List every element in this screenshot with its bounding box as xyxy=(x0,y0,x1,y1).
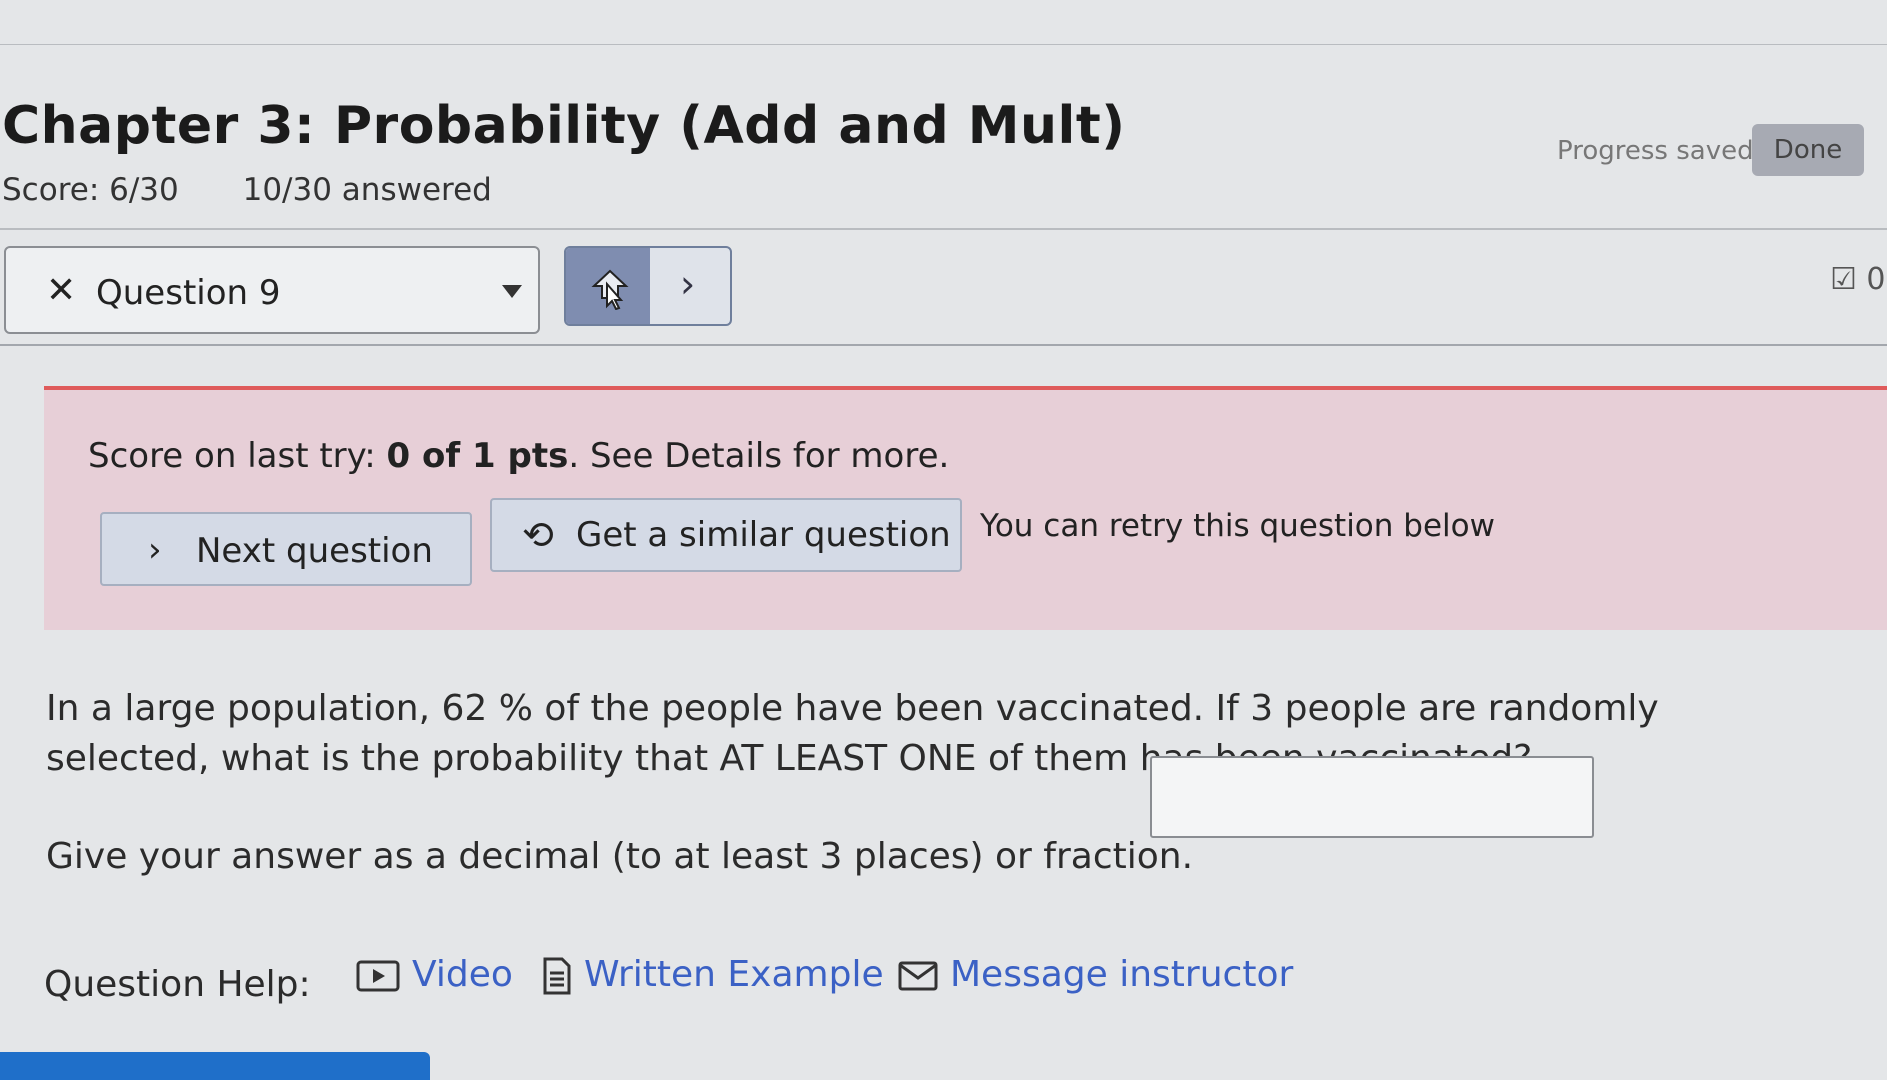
written-example-link[interactable]: Written Example xyxy=(542,954,884,995)
score-summary: Score: 6/30 10/30 answered xyxy=(2,172,546,208)
last-try-banner: Score on last try: 0 of 1 pts. See Detai… xyxy=(44,386,1887,630)
chevron-right-icon: › xyxy=(148,530,162,570)
score-suffix: . See Details for more. xyxy=(568,436,950,476)
answer-input[interactable] xyxy=(1150,756,1594,838)
written-example-label: Written Example xyxy=(584,954,884,995)
refresh-icon: ⟲ xyxy=(522,513,554,557)
toolbar-divider xyxy=(0,344,1887,346)
answered-count: 10/30 answered xyxy=(242,172,492,208)
next-question-button[interactable]: › Next question xyxy=(100,512,472,586)
video-icon xyxy=(356,960,400,992)
answer-instructions: Give your answer as a decimal (to at lea… xyxy=(46,836,1194,877)
similar-question-label: Get a similar question xyxy=(576,515,951,555)
video-link[interactable]: Video xyxy=(356,954,513,995)
chevron-down-icon xyxy=(502,285,522,298)
chevron-right-icon: › xyxy=(680,262,696,306)
mail-icon xyxy=(898,961,938,991)
message-instructor-link[interactable]: Message instructor xyxy=(898,954,1293,995)
score-prefix: Score on last try: xyxy=(88,436,387,476)
checkbox-icon[interactable]: ☑ 0 xyxy=(1830,262,1886,297)
message-instructor-label: Message instructor xyxy=(950,954,1294,995)
last-try-score: Score on last try: 0 of 1 pts. See Detai… xyxy=(88,436,949,476)
page-title: Chapter 3: Probability (Add and Mult) xyxy=(2,96,1126,156)
question-pager: › xyxy=(564,246,732,326)
next-question-label: Next question xyxy=(196,531,433,571)
next-question-arrow-button[interactable]: › xyxy=(650,248,730,324)
done-button[interactable]: Done xyxy=(1752,124,1864,176)
question-help-label: Question Help: xyxy=(44,964,311,1005)
similar-question-button[interactable]: ⟲ Get a similar question xyxy=(490,498,962,572)
top-divider xyxy=(0,44,1887,45)
progress-status: Progress saved xyxy=(1557,136,1754,166)
header-divider xyxy=(0,228,1887,230)
document-icon xyxy=(543,957,571,995)
retry-message: You can retry this question below xyxy=(980,508,1495,544)
submit-button-partial[interactable] xyxy=(0,1052,430,1080)
score-text: Score: 6/30 xyxy=(2,172,179,208)
question-selector[interactable]: ✕ Question 9 xyxy=(4,246,540,334)
close-icon[interactable]: ✕ xyxy=(46,270,76,311)
video-label: Video xyxy=(412,954,513,995)
score-value: 0 of 1 pts xyxy=(386,436,569,476)
previous-question-button[interactable] xyxy=(566,248,650,324)
cursor-icon xyxy=(591,269,629,310)
question-selector-label: Question 9 xyxy=(96,273,281,313)
